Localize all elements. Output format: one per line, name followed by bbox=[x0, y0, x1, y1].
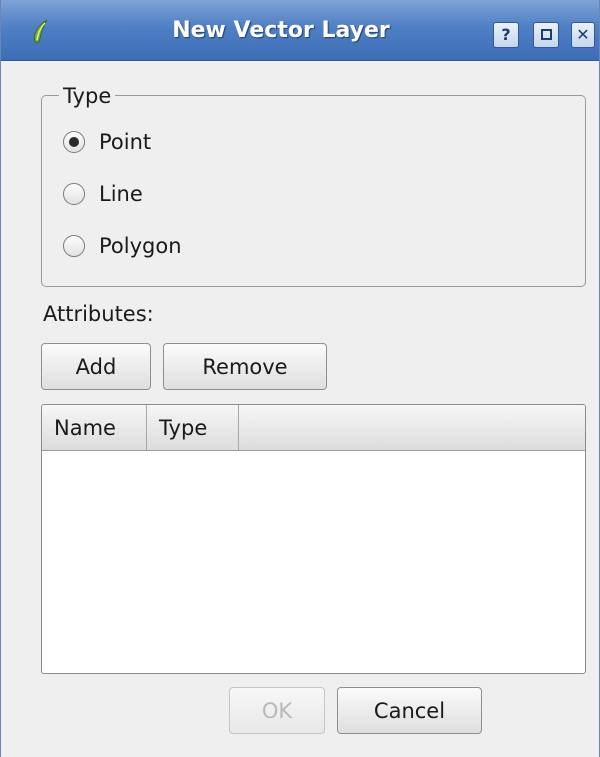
maximize-icon bbox=[540, 28, 552, 40]
radio-point[interactable]: Point bbox=[63, 128, 151, 156]
radio-line-indicator[interactable] bbox=[63, 183, 85, 205]
table-header: Name Type bbox=[42, 405, 585, 451]
maximize-button[interactable] bbox=[533, 22, 559, 48]
radio-point-indicator[interactable] bbox=[63, 131, 85, 153]
cancel-button[interactable]: Cancel bbox=[337, 687, 482, 734]
attributes-label: Attributes: bbox=[43, 302, 154, 326]
radio-polygon-label: Polygon bbox=[99, 234, 182, 258]
column-header-name[interactable]: Name bbox=[42, 405, 147, 450]
attributes-table[interactable]: Name Type bbox=[41, 404, 586, 674]
ok-button[interactable]: OK bbox=[229, 687, 325, 734]
radio-polygon-indicator[interactable] bbox=[63, 235, 85, 257]
add-attribute-button[interactable]: Add bbox=[41, 343, 151, 390]
close-icon: ✕ bbox=[576, 25, 590, 44]
new-vector-layer-dialog: New Vector Layer ? ✕ Type Point Line Pol… bbox=[0, 0, 600, 757]
help-icon: ? bbox=[501, 25, 511, 44]
radio-line-label: Line bbox=[99, 182, 143, 206]
help-button[interactable]: ? bbox=[493, 22, 519, 48]
remove-attribute-button[interactable]: Remove bbox=[163, 343, 327, 390]
column-header-type[interactable]: Type bbox=[147, 405, 239, 450]
radio-polygon[interactable]: Polygon bbox=[63, 232, 182, 260]
radio-point-label: Point bbox=[99, 130, 152, 154]
title-bar[interactable]: New Vector Layer ? ✕ bbox=[1, 0, 599, 61]
close-button[interactable]: ✕ bbox=[571, 22, 595, 48]
column-header-filler bbox=[239, 405, 585, 450]
radio-line[interactable]: Line bbox=[63, 180, 143, 208]
window-title: New Vector Layer bbox=[172, 18, 390, 43]
type-group-title: Type bbox=[59, 84, 116, 108]
